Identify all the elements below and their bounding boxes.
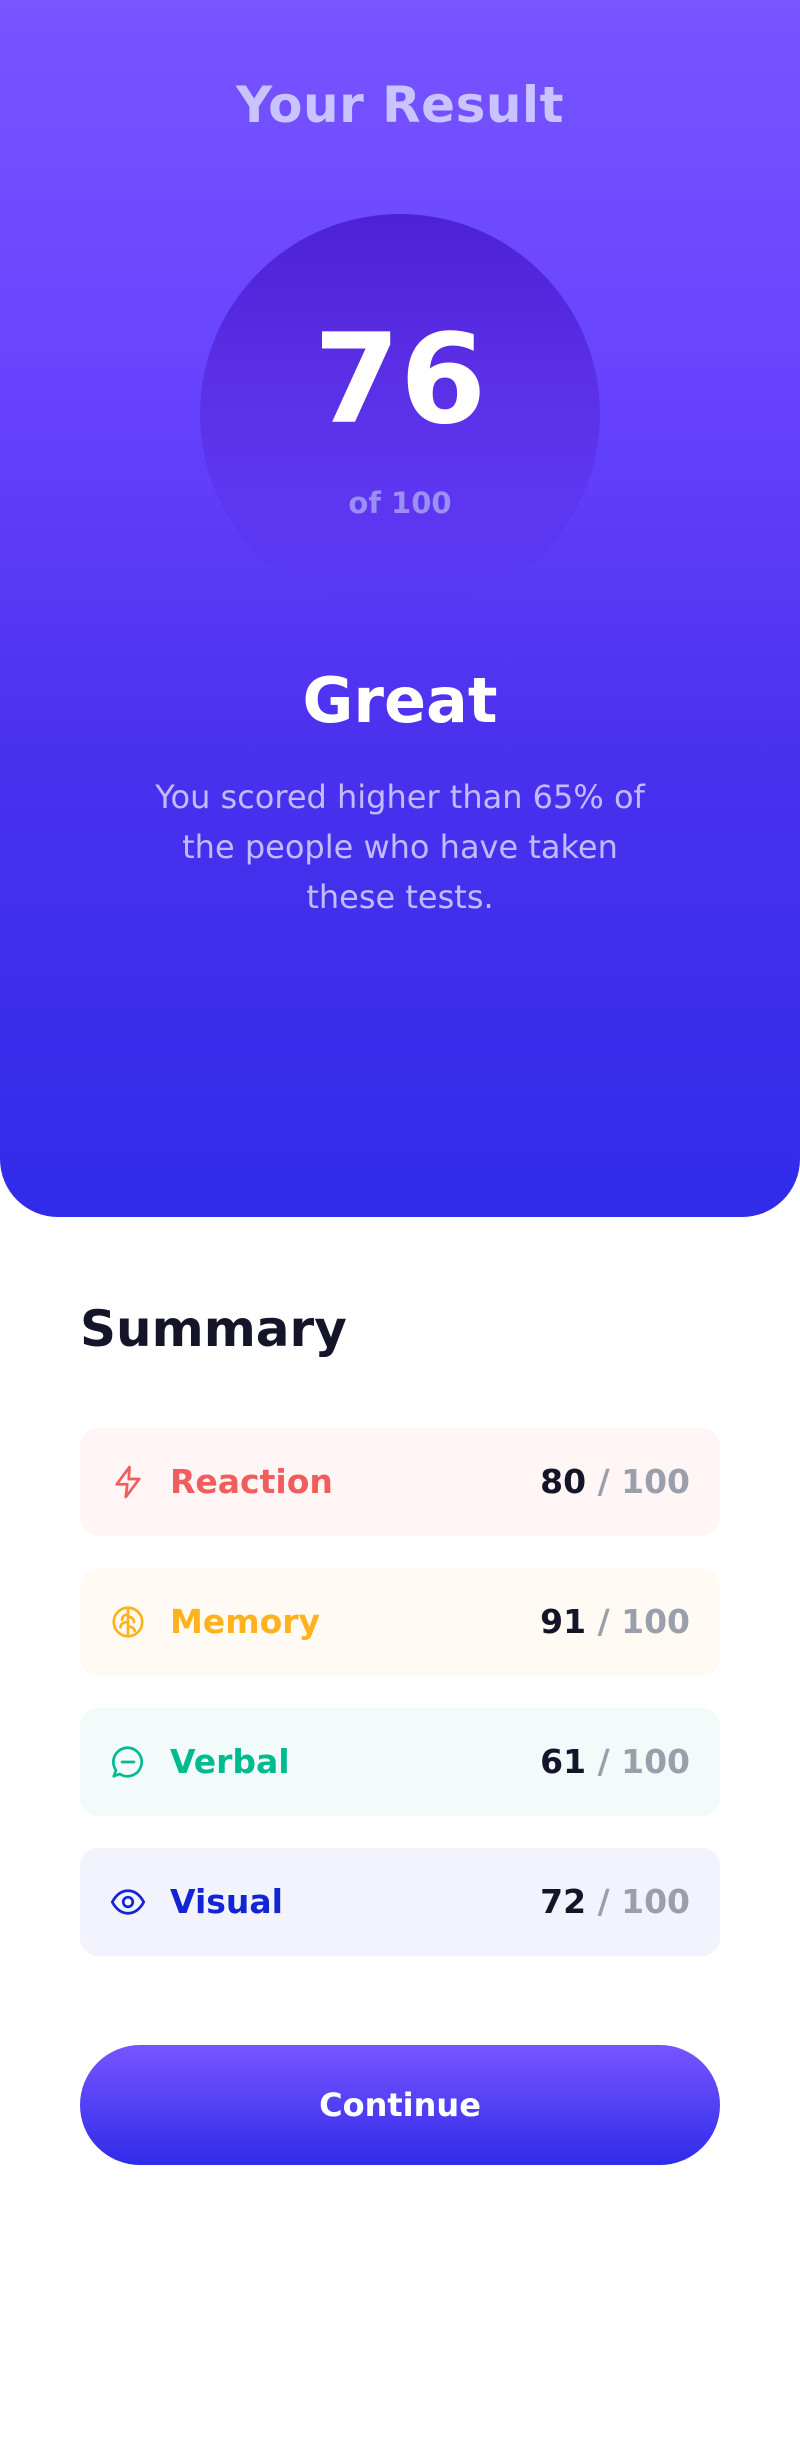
result-panel: Your Result 76 of 100 Great You scored h… (0, 0, 800, 1217)
summary-item-score: 61 / 100 (540, 1742, 690, 1781)
summary-item-label: Verbal (170, 1742, 290, 1781)
summary-item-label: Visual (170, 1882, 283, 1921)
eye-icon (110, 1884, 146, 1920)
result-title: Your Result (236, 76, 564, 134)
score-max: of 100 (348, 486, 452, 520)
summary-item-visual: Visual 72 / 100 (80, 1848, 720, 1956)
summary-title: Summary (80, 1300, 347, 1358)
summary-item-reaction: Reaction 80 / 100 (80, 1428, 720, 1536)
summary-list: Reaction 80 / 100 Memory 91 / 100 Verbal… (80, 1428, 720, 1988)
summary-item-score: 91 / 100 (540, 1602, 690, 1641)
item-score-max: / 100 (586, 1602, 690, 1641)
summary-item-score: 72 / 100 (540, 1882, 690, 1921)
summary-item-score: 80 / 100 (540, 1462, 690, 1501)
summary-item-label: Reaction (170, 1462, 333, 1501)
item-score-value: 72 (540, 1882, 587, 1921)
score-value: 76 (313, 308, 487, 452)
brain-icon (110, 1604, 146, 1640)
summary-item-label: Memory (170, 1602, 321, 1641)
lightning-icon (110, 1464, 146, 1500)
result-grade: Great (302, 664, 498, 737)
item-score-max: / 100 (586, 1462, 690, 1501)
item-score-value: 80 (540, 1462, 587, 1501)
item-score-max: / 100 (586, 1742, 690, 1781)
result-description: You scored higher than 65% of the people… (155, 778, 645, 916)
chat-bubble-icon (110, 1744, 146, 1780)
item-score-value: 61 (540, 1742, 587, 1781)
summary-item-memory: Memory 91 / 100 (80, 1568, 720, 1676)
continue-button[interactable]: Continue (80, 2045, 720, 2165)
summary-item-verbal: Verbal 61 / 100 (80, 1708, 720, 1816)
item-score-max: / 100 (586, 1882, 690, 1921)
item-score-value: 91 (540, 1602, 587, 1641)
